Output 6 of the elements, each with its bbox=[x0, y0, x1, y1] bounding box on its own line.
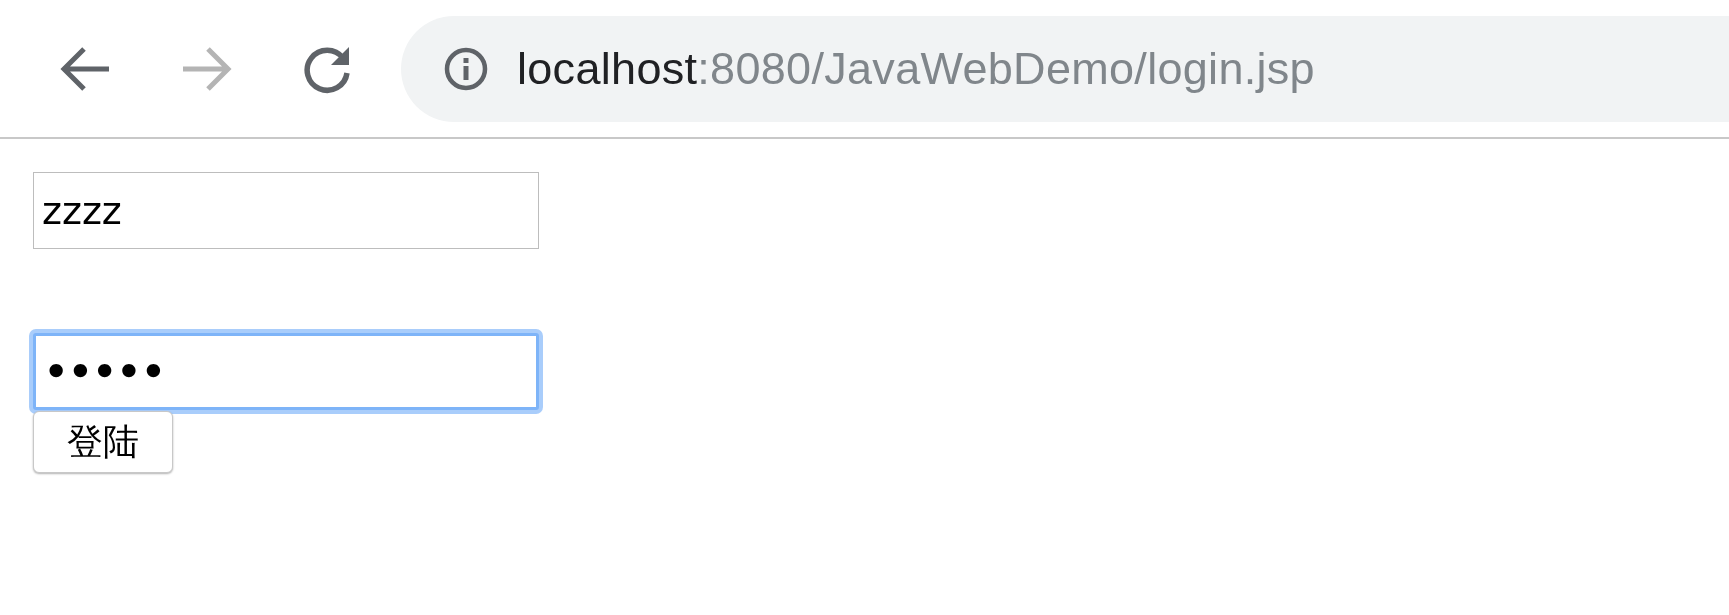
address-bar[interactable]: localhost:8080/JavaWebDemo/login.jsp bbox=[401, 15, 1729, 122]
info-icon[interactable] bbox=[443, 45, 489, 92]
username-field[interactable]: zzzz bbox=[33, 172, 539, 249]
url-text: localhost:8080/JavaWebDemo/login.jsp bbox=[517, 42, 1315, 95]
login-button[interactable]: 登陆 bbox=[33, 411, 173, 473]
password-field[interactable]: ••••• bbox=[33, 333, 539, 410]
